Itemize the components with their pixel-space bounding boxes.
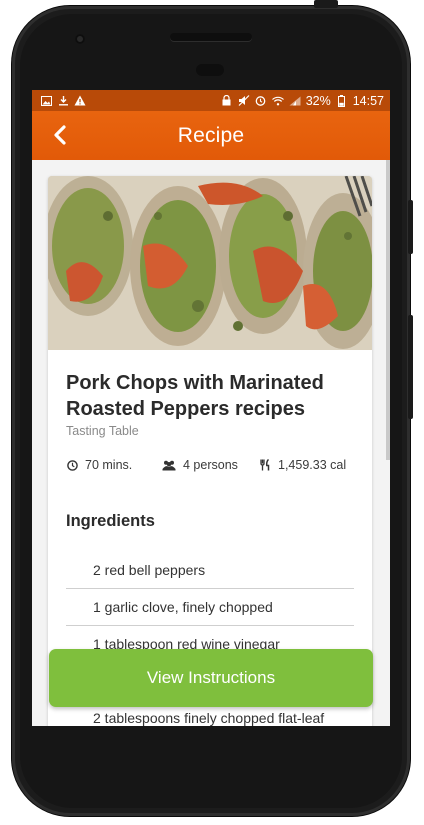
clock-time: 14:57 — [352, 93, 384, 108]
wifi-icon — [271, 95, 284, 107]
recipe-title: Pork Chops with Marinated Roasted Pepper… — [66, 372, 324, 420]
ingredients-heading: Ingredients — [66, 512, 155, 530]
time-info: 70 mins. — [66, 458, 132, 472]
recipe-card: Pork Chops with Marinated Roasted Pepper… — [48, 176, 372, 726]
recipe-photo — [48, 176, 372, 350]
recipe-source[interactable]: Tasting Table — [66, 424, 139, 438]
power-button — [408, 200, 413, 254]
cook-time: 70 mins. — [85, 458, 133, 472]
warning-icon — [74, 95, 86, 107]
screen: 32% 14:57 Recipe Pork Chops with Marinat… — [32, 90, 390, 726]
mute-icon — [238, 95, 250, 107]
gallery-icon — [40, 95, 52, 107]
calories: 1,459.33 cal — [278, 458, 347, 472]
volume-button — [408, 315, 413, 419]
servings-info: 4 persons — [162, 458, 238, 472]
front-camera — [75, 34, 85, 44]
app-bar: Recipe — [32, 111, 390, 160]
ingredient-item: 2 red bell peppers — [66, 552, 354, 589]
earpiece-speaker — [170, 33, 252, 41]
download-icon — [57, 95, 69, 107]
battery-percent: 32% — [305, 93, 331, 108]
signal-icon — [289, 95, 301, 107]
alarm-icon — [255, 95, 267, 107]
calories-info: 1,459.33 cal — [259, 458, 346, 472]
view-instructions-button[interactable]: View Instructions — [49, 649, 373, 707]
cutlery-icon — [259, 459, 271, 471]
chevron-left-icon — [54, 125, 66, 145]
proximity-sensor — [196, 64, 224, 76]
status-bar: 32% 14:57 — [32, 90, 390, 111]
lock-icon — [221, 95, 233, 107]
scrollbar[interactable] — [386, 160, 390, 460]
page-title: Recipe — [177, 123, 245, 147]
clock-icon — [66, 459, 78, 471]
people-icon — [162, 459, 176, 471]
servings: 4 persons — [183, 458, 238, 472]
back-button[interactable] — [48, 123, 72, 147]
ingredient-item: 1 garlic clove, finely chopped — [66, 589, 354, 626]
top-button — [314, 0, 338, 8]
battery-icon — [336, 94, 348, 107]
recipe-meta: 70 mins. 4 persons 1,459.33 cal — [66, 458, 366, 474]
